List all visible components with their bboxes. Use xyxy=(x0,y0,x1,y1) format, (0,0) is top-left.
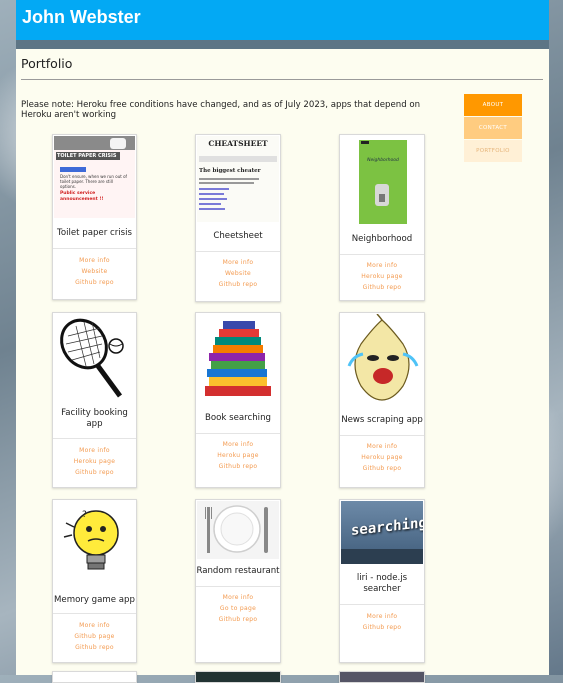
card-divider xyxy=(340,435,424,436)
heroku-page-link[interactable]: Heroku page xyxy=(340,452,424,463)
cheatsheet-screenshot-icon[interactable]: CHEATSHEET The biggest cheater xyxy=(197,136,279,222)
project-links: More info Heroku page Github repo xyxy=(53,445,136,479)
project-links: More info Website Github repo xyxy=(53,255,136,289)
website-link[interactable]: Website xyxy=(196,268,280,279)
thumb-heading: searching xyxy=(351,515,423,539)
card-divider xyxy=(196,433,280,434)
github-repo-link[interactable]: Github repo xyxy=(340,463,424,474)
website-link[interactable]: Website xyxy=(53,266,136,277)
more-info-link[interactable]: More info xyxy=(340,260,424,271)
project-title: Toilet paper crisis xyxy=(57,228,132,238)
project-links: More info Heroku page Github repo xyxy=(340,441,424,475)
card-divider xyxy=(340,604,424,605)
project-card-facility-booking: Facility booking app More info Heroku pa… xyxy=(52,312,137,488)
heroku-page-link[interactable]: Heroku page xyxy=(196,450,280,461)
thumb-line1: Don't ensure, when we run out of toilet … xyxy=(60,174,127,189)
more-info-link[interactable]: More info xyxy=(53,255,136,266)
thumb-heading: CHEATSHEET xyxy=(208,139,268,148)
more-info-link[interactable]: More info xyxy=(53,445,136,456)
more-info-link[interactable]: More info xyxy=(196,592,280,603)
project-card-neighborhood: Neighborhood Neighborhood More info Hero… xyxy=(339,134,425,301)
github-repo-link[interactable]: Github repo xyxy=(53,642,136,653)
project-card-news-scraping: News scraping app More info Heroku page … xyxy=(339,312,425,488)
project-title: Memory game app xyxy=(54,595,135,605)
project-card-partial xyxy=(52,671,137,683)
github-page-link[interactable]: Github page xyxy=(53,631,136,642)
book-stack-icon[interactable] xyxy=(197,314,279,401)
lightbulb-icon[interactable]: ? xyxy=(54,501,135,586)
neighborhood-app-screenshot-icon[interactable]: Neighborhood xyxy=(341,136,423,228)
heroku-page-link[interactable]: Heroku page xyxy=(53,456,136,467)
card-divider xyxy=(53,613,136,614)
project-links: More info Heroku page Github repo xyxy=(340,260,424,294)
card-divider xyxy=(196,251,280,252)
thumb-heading: Neighborhood xyxy=(367,158,399,163)
project-card-partial xyxy=(339,671,425,683)
project-title: Random restaurant xyxy=(196,566,280,576)
project-links: More info Go to page Github repo xyxy=(196,592,280,626)
project-card-memory-game: ? Memory game app More info Github page … xyxy=(52,499,137,663)
project-title: Facility booking app xyxy=(61,408,128,429)
card-divider xyxy=(196,586,280,587)
more-info-link[interactable]: More info xyxy=(196,439,280,450)
toilet-paper-screenshot-icon[interactable]: TOILET PAPER CRISIS Don't ensure, when w… xyxy=(54,136,135,218)
section-divider xyxy=(21,79,543,80)
github-repo-link[interactable]: Github repo xyxy=(340,622,424,633)
section-title: Portfolio xyxy=(21,56,73,71)
project-links: More info Github repo xyxy=(340,611,424,633)
more-info-link[interactable]: More info xyxy=(340,611,424,622)
github-repo-link[interactable]: Github repo xyxy=(196,614,280,625)
more-info-link[interactable]: More info xyxy=(196,257,280,268)
thumb-subheading: The biggest cheater xyxy=(199,168,261,174)
svg-text:?: ? xyxy=(82,510,87,520)
project-links: More info Website Github repo xyxy=(196,257,280,291)
project-card-toilet-paper: TOILET PAPER CRISIS Don't ensure, when w… xyxy=(52,134,137,300)
project-title: liri - node.js searcher xyxy=(356,573,408,594)
more-info-link[interactable]: More info xyxy=(340,441,424,452)
thumb-line2: Public service announcement !! xyxy=(60,191,104,202)
project-title: Book searching xyxy=(205,413,271,423)
github-repo-link[interactable]: Github repo xyxy=(53,277,136,288)
project-title: Cheetsheet xyxy=(213,231,263,241)
github-repo-link[interactable]: Github repo xyxy=(196,279,280,290)
github-repo-link[interactable]: Github repo xyxy=(53,467,136,478)
side-nav: ABOUT CONTACT PORTFOLIO xyxy=(464,94,522,163)
project-title: News scraping app xyxy=(341,415,423,425)
nav-about-button[interactable]: ABOUT xyxy=(464,94,522,116)
card-divider xyxy=(340,254,424,255)
github-repo-link[interactable]: Github repo xyxy=(340,282,424,293)
card-divider xyxy=(53,248,136,249)
project-card-book-searching: Book searching More info Heroku page Git… xyxy=(195,312,281,488)
nav-portfolio-button[interactable]: PORTFOLIO xyxy=(464,140,522,162)
heroku-page-link[interactable]: Heroku page xyxy=(340,271,424,282)
project-card-random-restaurant: Random restaurant More info Go to page G… xyxy=(195,499,281,663)
go-to-page-link[interactable]: Go to page xyxy=(196,603,280,614)
header-band xyxy=(16,40,549,49)
search-keyboard-icon[interactable]: searching xyxy=(341,501,423,564)
thumb-heading: TOILET PAPER CRISIS xyxy=(56,152,120,160)
project-card-partial xyxy=(195,671,281,683)
crying-onion-icon[interactable] xyxy=(341,314,423,404)
plate-cutlery-icon[interactable] xyxy=(197,501,279,559)
site-title[interactable]: John Webster xyxy=(22,7,141,28)
github-repo-link[interactable]: Github repo xyxy=(196,461,280,472)
nav-contact-button[interactable]: CONTACT xyxy=(464,117,522,139)
site-header: John Webster xyxy=(16,0,549,40)
page: John Webster Portfolio Please note: Hero… xyxy=(16,0,549,683)
project-links: More info Github page Github repo xyxy=(53,620,136,654)
project-title: Neighborhood xyxy=(351,234,413,244)
project-links: More info Heroku page Github repo xyxy=(196,439,280,473)
more-info-link[interactable]: More info xyxy=(53,620,136,631)
project-card-cheetsheet: CHEATSHEET The biggest cheater Cheetshee… xyxy=(195,134,281,302)
tennis-racket-icon[interactable] xyxy=(54,314,135,401)
project-card-liri-searcher: searching liri - node.js searcher More i… xyxy=(339,499,425,663)
heroku-notice: Please note: Heroku free conditions have… xyxy=(21,100,421,120)
card-divider xyxy=(53,438,136,439)
